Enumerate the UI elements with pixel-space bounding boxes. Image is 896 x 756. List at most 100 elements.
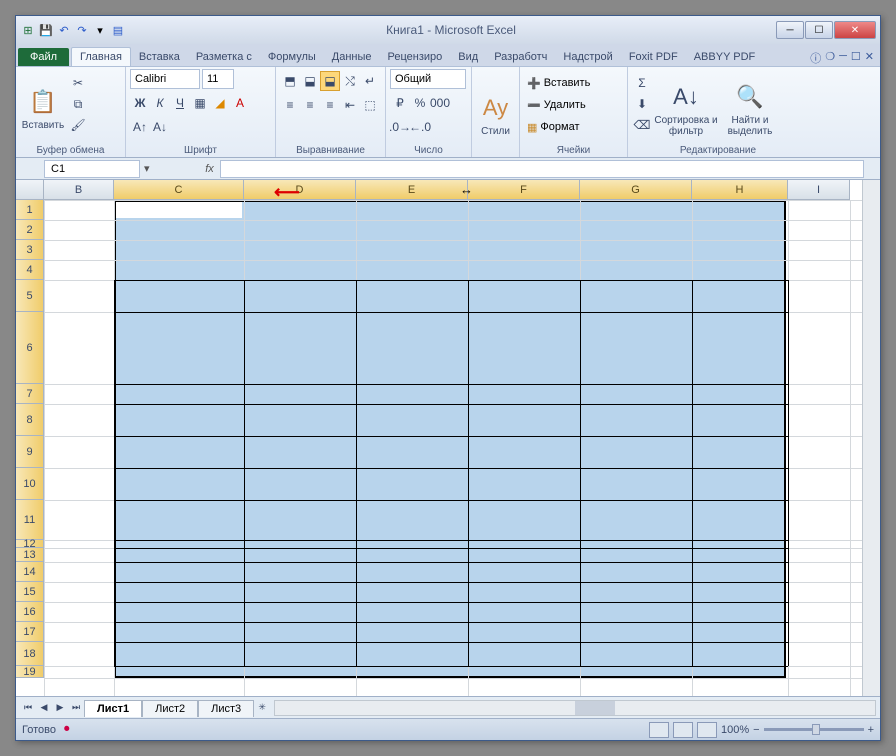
sheet-nav-last-icon[interactable]: ⏭ <box>68 700 84 716</box>
sheet-tab-1[interactable]: Лист1 <box>84 700 142 717</box>
align-top-icon[interactable]: ⬒ <box>280 71 300 91</box>
column-header-I[interactable]: I <box>788 180 850 200</box>
name-box[interactable]: C1 <box>44 160 140 178</box>
row-header-13[interactable]: 13 <box>16 548 44 562</box>
tab-data[interactable]: Данные <box>324 48 380 66</box>
row-header-10[interactable]: 10 <box>16 468 44 500</box>
shrink-font-icon[interactable]: A↓ <box>150 117 170 137</box>
delete-cells-button[interactable]: ➖Удалить <box>524 95 623 115</box>
page-break-view-button[interactable] <box>697 722 717 738</box>
tab-addins[interactable]: Надстрой <box>555 48 620 66</box>
column-header-H[interactable]: H <box>692 180 788 200</box>
cut-icon[interactable]: ✂ <box>68 73 88 93</box>
column-header-C[interactable]: C <box>114 180 244 200</box>
font-size[interactable]: 11 <box>202 69 234 89</box>
number-format[interactable]: Общий <box>390 69 466 89</box>
column-header-D[interactable]: D <box>244 180 356 200</box>
horizontal-scrollbar[interactable] <box>274 700 876 716</box>
currency-icon[interactable]: ₽ <box>390 93 410 113</box>
paste-button[interactable]: 📋 Вставить <box>20 69 66 144</box>
merge-icon[interactable]: ⬚ <box>360 95 380 115</box>
maximize-button[interactable]: ☐ <box>805 21 833 39</box>
row-header-15[interactable]: 15 <box>16 582 44 602</box>
format-painter-icon[interactable]: 🖌 <box>68 115 88 135</box>
help-icon[interactable]: ❍ <box>825 50 835 66</box>
row-header-2[interactable]: 2 <box>16 220 44 240</box>
comma-icon[interactable]: 000 <box>430 93 450 113</box>
clear-icon[interactable]: ⌫ <box>632 115 652 135</box>
align-middle-icon[interactable]: ⬓ <box>300 71 320 91</box>
tab-home[interactable]: Главная <box>71 47 131 66</box>
sheet-tab-2[interactable]: Лист2 <box>142 700 198 717</box>
row-header-1[interactable]: 1 <box>16 200 44 220</box>
cells-area[interactable]: ⟵↔ <box>44 200 862 696</box>
minimize-ribbon-icon[interactable]: ⓘ <box>810 50 821 66</box>
zoom-slider[interactable] <box>764 728 864 731</box>
align-left-icon[interactable]: ≡ <box>280 95 300 115</box>
tab-insert[interactable]: Вставка <box>131 48 188 66</box>
zoom-level[interactable]: 100% <box>721 724 749 736</box>
sheet-nav-prev-icon[interactable]: ◀ <box>36 700 52 716</box>
doc-min-icon[interactable]: ─ <box>839 50 847 66</box>
worksheet-grid[interactable]: BCDEFGHI 12345678910111213141516171819 ⟵… <box>16 180 880 696</box>
tab-view[interactable]: Вид <box>450 48 486 66</box>
tab-abbyy[interactable]: ABBYY PDF <box>686 48 764 66</box>
column-header-G[interactable]: G <box>580 180 692 200</box>
align-bottom-icon[interactable]: ⬓ <box>320 71 340 91</box>
minimize-button[interactable]: ─ <box>776 21 804 39</box>
row-header-5[interactable]: 5 <box>16 280 44 312</box>
decrease-decimal-icon[interactable]: ←.0 <box>410 117 430 137</box>
row-header-4[interactable]: 4 <box>16 260 44 280</box>
align-right-icon[interactable]: ≡ <box>320 95 340 115</box>
increase-decimal-icon[interactable]: .0→ <box>390 117 410 137</box>
fill-color-button[interactable]: ◢ <box>210 93 230 113</box>
row-header-16[interactable]: 16 <box>16 602 44 622</box>
row-header-7[interactable]: 7 <box>16 384 44 404</box>
zoom-out-icon[interactable]: − <box>753 724 759 736</box>
tab-layout[interactable]: Разметка с <box>188 48 260 66</box>
namebox-dropdown-icon[interactable]: ▾ <box>140 162 154 175</box>
row-header-14[interactable]: 14 <box>16 562 44 582</box>
row-header-19[interactable]: 19 <box>16 666 44 678</box>
tab-review[interactable]: Рецензиро <box>380 48 451 66</box>
sheet-nav-first-icon[interactable]: ⏮ <box>20 700 36 716</box>
doc-close-icon[interactable]: ✕ <box>865 50 874 66</box>
align-center-icon[interactable]: ≡ <box>300 95 320 115</box>
copy-icon[interactable]: ⧉ <box>68 94 88 114</box>
sheet-tab-3[interactable]: Лист3 <box>198 700 254 717</box>
tab-formulas[interactable]: Формулы <box>260 48 324 66</box>
column-header-F[interactable]: F <box>468 180 580 200</box>
doc-restore-icon[interactable]: ☐ <box>851 50 861 66</box>
italic-button[interactable]: К <box>150 93 170 113</box>
normal-view-button[interactable] <box>649 722 669 738</box>
border-button[interactable]: ▦ <box>190 93 210 113</box>
wrap-text-icon[interactable]: ↵ <box>360 71 380 91</box>
sort-filter-button[interactable]: A↓ Сортировка и фильтр <box>654 69 718 144</box>
find-select-button[interactable]: 🔍 Найти и выделить <box>720 69 780 144</box>
select-all-corner[interactable] <box>16 180 44 200</box>
row-header-12[interactable]: 12 <box>16 540 44 548</box>
qat-extra-icon[interactable]: ▤ <box>110 22 126 38</box>
orientation-icon[interactable]: ⤭ <box>340 71 360 91</box>
row-header-6[interactable]: 6 <box>16 312 44 384</box>
column-header-B[interactable]: B <box>44 180 114 200</box>
qat-more-icon[interactable]: ▾ <box>92 22 108 38</box>
column-headers[interactable]: BCDEFGHI <box>44 180 850 200</box>
font-color-button[interactable]: A <box>230 93 250 113</box>
vertical-scrollbar[interactable] <box>862 180 880 696</box>
row-header-8[interactable]: 8 <box>16 404 44 436</box>
tab-developer[interactable]: Разработч <box>486 48 555 66</box>
column-header-E[interactable]: E <box>356 180 468 200</box>
macro-record-icon[interactable]: ⏺ <box>64 723 70 736</box>
bold-button[interactable]: Ж <box>130 93 150 113</box>
autosum-icon[interactable]: Σ <box>632 73 652 93</box>
file-tab[interactable]: Файл <box>18 48 69 66</box>
grow-font-icon[interactable]: A↑ <box>130 117 150 137</box>
row-headers[interactable]: 12345678910111213141516171819 <box>16 200 44 678</box>
redo-icon[interactable]: ↷ <box>74 22 90 38</box>
underline-button[interactable]: Ч <box>170 93 190 113</box>
row-header-11[interactable]: 11 <box>16 500 44 540</box>
formula-bar[interactable] <box>220 160 864 178</box>
percent-icon[interactable]: % <box>410 93 430 113</box>
fx-icon[interactable]: fx <box>200 163 220 175</box>
